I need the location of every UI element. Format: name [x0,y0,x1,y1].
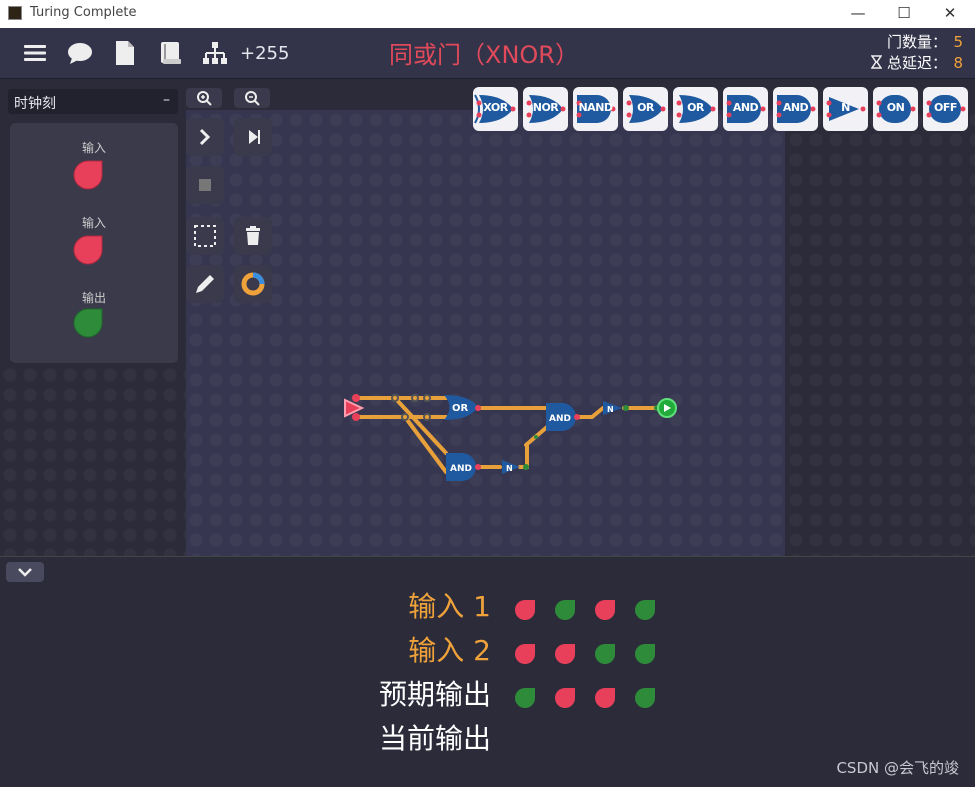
truth-cell-1-2-on [595,644,615,664]
not-gate-2[interactable]: N [603,401,629,415]
truth-cell-2-3-on [635,688,655,708]
input-pin-node[interactable] [344,398,365,418]
truth-cell-2-1-off [555,688,575,708]
truth-cell-0-3-on [635,600,655,620]
truth-cell-1-0-off [515,644,535,664]
and-gate-2-label: AND [450,464,472,474]
and-gate-1-label: AND [549,414,571,424]
truth-cell-1-3-on [635,644,655,664]
truth-row-label-2: 预期输出 [378,678,491,711]
or-gate-label: OR [452,403,469,414]
truth-row-label-3: 当前输出 [378,722,491,755]
not-gate-1-label: N [506,464,513,473]
truth-table-panel: 输入 1 输入 2 预期输出当前输出 CSDN @会飞的竣 [0,556,975,787]
truth-row-label-0: 输入 1 [408,590,491,623]
and-gate-1[interactable]: AND [546,403,580,431]
truth-cell-0-2-off [595,600,615,620]
truth-row-label-1: 输入 2 [408,634,491,667]
truth-cell-1-1-off [555,644,575,664]
collapse-panel-button[interactable] [6,562,44,582]
green-wire-segment [534,435,538,439]
not-gate-2-label: N [607,405,614,414]
truth-cell-0-1-on [555,600,575,620]
truth-cell-2-2-off [595,688,615,708]
truth-cell-0-0-off [515,600,535,620]
and-gate-2[interactable]: AND [446,453,481,481]
or-gate[interactable]: OR [444,395,481,420]
watermark-text: CSDN @会飞的竣 [836,759,959,777]
chevron-down-icon [18,568,32,577]
not-gate-1[interactable]: N [502,460,529,474]
truth-cell-2-0-on [515,688,535,708]
